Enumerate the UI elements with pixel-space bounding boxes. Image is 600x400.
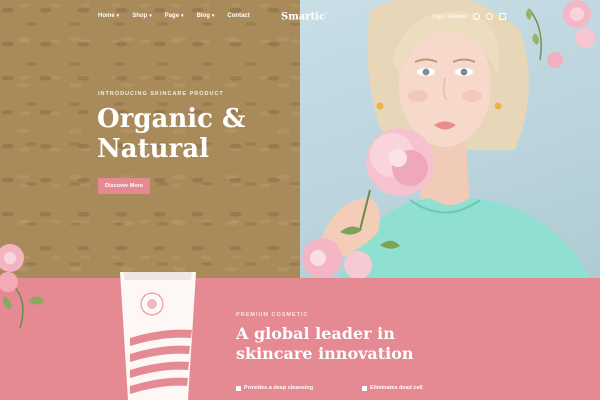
promo-title: A global leader in skincare innovation — [236, 324, 496, 364]
nav-label: Shop — [132, 13, 148, 19]
nav-item-contact[interactable]: Contact — [227, 13, 249, 19]
hero-eyebrow: INTRODUCING SKINCARE PRODUCT — [98, 91, 224, 97]
caret-down-icon: ▾ — [116, 13, 120, 19]
logo-text: Smartic — [281, 11, 326, 23]
nav-label: Blog — [196, 13, 210, 19]
heart-icon[interactable] — [486, 13, 494, 20]
nav-item-home[interactable]: Home ▾ — [98, 13, 119, 19]
promo-eyebrow: PREMIUM COSMETIC — [236, 312, 309, 318]
logo-mark: ° — [325, 11, 328, 17]
nav-label: Home — [98, 13, 115, 19]
caret-down-icon: ▾ — [149, 13, 152, 19]
cart-icon[interactable] — [499, 13, 507, 20]
feature-item: Provides a deep cleansing — [236, 385, 313, 391]
feature-label: Eliminates dead cell — [370, 385, 423, 391]
check-icon — [236, 385, 241, 391]
promo-title-line2: skincare innovation — [236, 344, 414, 363]
feature-item: Eliminates dead cell — [362, 385, 423, 391]
hero-title-line2: Natural — [97, 134, 209, 164]
site-logo[interactable]: Smartic° — [281, 11, 328, 22]
nav-item-blog[interactable]: Blog ▾ — [197, 13, 215, 19]
promo-title-line1: A global leader in — [236, 324, 395, 343]
nav-label: Contact — [227, 13, 250, 19]
nav-label: Page — [164, 13, 180, 19]
nav-item-shop[interactable]: Shop ▾ — [132, 13, 152, 19]
main-nav: Home ▾ Shop ▾ Page ▾ Blog ▾ Contact — [98, 13, 250, 19]
decorative-flowers-top-right — [526, 0, 595, 68]
hero-title: Organic & Natural — [97, 104, 297, 164]
check-icon — [362, 385, 367, 391]
feature-label: Provides a deep cleansing — [244, 385, 314, 391]
header-utilities: Login / Register — [432, 13, 507, 20]
discover-more-button[interactable]: Discover More — [98, 178, 150, 194]
caret-down-icon: ▾ — [181, 13, 184, 19]
search-icon[interactable] — [473, 13, 481, 20]
decorative-flowers-left — [0, 244, 44, 329]
product-tube — [120, 272, 196, 400]
login-register-link[interactable]: Login / Register — [432, 14, 467, 20]
nav-item-page[interactable]: Page ▾ — [165, 13, 184, 19]
hero-title-line1: Organic & — [97, 104, 246, 134]
caret-down-icon: ▾ — [211, 13, 215, 19]
